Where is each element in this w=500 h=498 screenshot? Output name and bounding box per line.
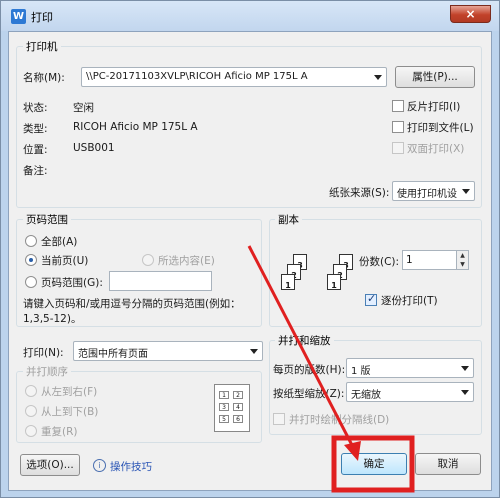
annotation-arrow-head	[344, 441, 361, 461]
print-dialog: W 打印 × 打印机 名称(M): \\PC-20171103XVLP\RICO…	[0, 0, 500, 498]
annotation-arrow-line	[247, 245, 356, 450]
annotation-overlay	[247, 245, 415, 493]
